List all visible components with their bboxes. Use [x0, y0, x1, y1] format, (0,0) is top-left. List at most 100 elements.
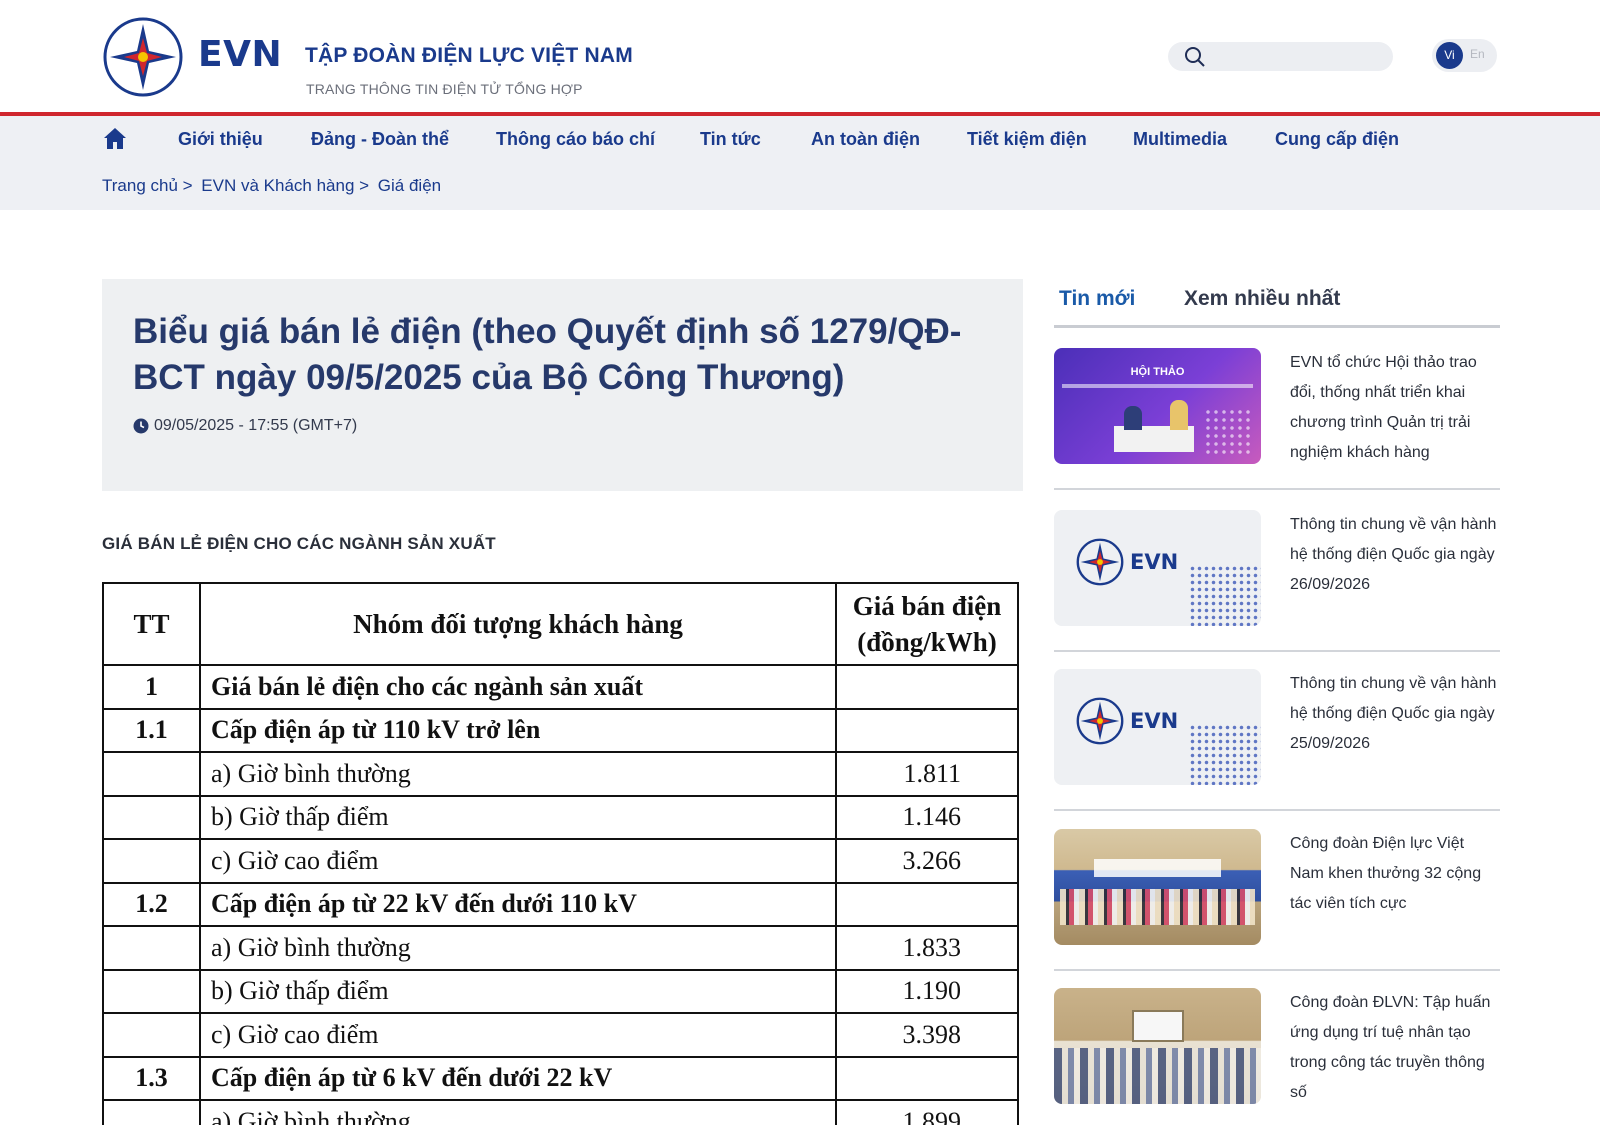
table-cell-group: Cấp điện áp từ 22 kV đến dưới 110 kV [199, 881, 837, 927]
table-cell-price [835, 707, 1019, 753]
news-title[interactable]: EVN tổ chức Hội thảo trao đổi, thống nhấ… [1290, 348, 1500, 468]
nav-item-an-toan-dien[interactable]: An toàn điện [811, 129, 920, 150]
site-header: EVN TẬP ĐOÀN ĐIỆN LỰC VIỆT NAM TRANG THÔ… [0, 0, 1600, 112]
table-cell-group: b) Giờ thấp điểm [199, 794, 837, 840]
table-cell-tt [102, 838, 201, 884]
news-item[interactable]: Công đoàn Điện lực Việt Nam khen thưởng … [1054, 829, 1500, 987]
table-cell-tt [102, 794, 201, 840]
news-title[interactable]: Công đoàn ĐLVN: Tập huấn ứng dụng trí tu… [1290, 988, 1500, 1108]
table-row: a) Giờ bình thường 1.899 [102, 1099, 1019, 1125]
news-thumbnail-caption: HỘI THẢO [1130, 366, 1185, 378]
news-item[interactable]: EVN Thông tin chung về vận hành hệ thống… [1054, 669, 1500, 827]
search-icon[interactable] [1184, 46, 1206, 68]
table-row: a) Giờ bình thường 1.833 [102, 925, 1019, 971]
table-cell-tt: 1.3 [102, 1055, 201, 1101]
news-thumbnail-evn[interactable]: EVN [1054, 669, 1261, 785]
breadcrumb: Trang chủ > EVN và Khách hàng > Giá điện [0, 162, 1600, 210]
news-thumbnail-training-hall[interactable] [1054, 988, 1261, 1104]
table-cell-group: Cấp điện áp từ 110 kV trở lên [199, 707, 837, 753]
table-header-group: Nhóm đối tượng khách hàng [199, 582, 837, 666]
table-header-tt: TT [102, 582, 201, 666]
news-divider [1054, 809, 1500, 811]
table-cell-price [835, 664, 1019, 710]
table-cell-price [835, 1055, 1019, 1101]
nav-item-thong-cao-bao-chi[interactable]: Thông cáo báo chí [496, 129, 655, 150]
table-row: c) Giờ cao điểm 3.266 [102, 838, 1019, 884]
table-cell-price: 3.398 [835, 1012, 1019, 1058]
table-cell-tt: 1 [102, 664, 201, 710]
section-heading: GIÁ BÁN LẺ ĐIỆN CHO CÁC NGÀNH SẢN XUẤT [102, 534, 496, 553]
language-switch: Vi En [1432, 39, 1497, 72]
table-header-price: Giá bán điện (đồng/kWh) [835, 582, 1019, 666]
table-cell-group: a) Giờ bình thường [199, 925, 837, 971]
table-cell-group: b) Giờ thấp điểm [199, 968, 837, 1014]
news-thumbnail-group-photo[interactable] [1054, 829, 1261, 945]
article-date: 09/05/2025 - 17:55 (GMT+7) [133, 417, 357, 435]
search-input[interactable] [1168, 42, 1393, 71]
news-divider [1054, 650, 1500, 652]
nav-item-tiet-kiem-dien[interactable]: Tiết kiệm điện [967, 129, 1087, 150]
breadcrumb-evn-khach-hang[interactable]: EVN và Khách hàng > [201, 176, 369, 195]
table-cell-tt: 1.1 [102, 707, 201, 753]
news-thumbnail-evn[interactable]: EVN [1054, 510, 1261, 626]
news-thumbnail-workshop[interactable]: HỘI THẢO [1054, 348, 1261, 464]
news-thumbnail-logo-text: EVN [1130, 550, 1179, 574]
table-cell-group: c) Giờ cao điểm [199, 838, 837, 884]
table-cell-tt [102, 925, 201, 971]
page-title: Biểu giá bán lẻ điện (theo Quyết định số… [133, 312, 962, 397]
site-subtitle: TRANG THÔNG TIN ĐIỆN TỬ TỔNG HỢP [306, 81, 583, 97]
lang-en-button[interactable]: En [1470, 47, 1485, 61]
breadcrumb-home[interactable]: Trang chủ > [102, 176, 193, 195]
home-icon[interactable] [103, 126, 127, 150]
tab-xem-nhieu-nhat[interactable]: Xem nhiều nhất [1184, 287, 1340, 311]
tab-tin-moi[interactable]: Tin mới [1059, 287, 1135, 311]
table-cell-tt [102, 1012, 201, 1058]
corporation-name: TẬP ĐOÀN ĐIỆN LỰC VIỆT NAM [305, 44, 633, 67]
table-row: 1.2 Cấp điện áp từ 22 kV đến dưới 110 kV [102, 881, 1019, 927]
article-header: Biểu giá bán lẻ điện (theo Quyết định số… [102, 279, 1023, 491]
evn-logo-icon [1076, 538, 1124, 586]
table-row: c) Giờ cao điểm 3.398 [102, 1012, 1019, 1058]
table-cell-group: a) Giờ bình thường [199, 751, 837, 797]
news-thumbnail-logo-text: EVN [1130, 709, 1179, 733]
table-header-row: TT Nhóm đối tượng khách hàng Giá bán điệ… [102, 582, 1019, 666]
table-cell-group: a) Giờ bình thường [199, 1099, 837, 1125]
nav-item-multimedia[interactable]: Multimedia [1133, 129, 1227, 150]
table-row: a) Giờ bình thường 1.811 [102, 751, 1019, 797]
news-item[interactable]: HỘI THẢO EVN tổ chức Hội thảo trao đổi, … [1054, 348, 1500, 506]
news-title[interactable]: Công đoàn Điện lực Việt Nam khen thưởng … [1290, 829, 1500, 919]
price-table: TT Nhóm đối tượng khách hàng Giá bán điệ… [102, 582, 1019, 1125]
news-title[interactable]: Thông tin chung về vận hành hệ thống điệ… [1290, 510, 1500, 600]
news-title[interactable]: Thông tin chung về vận hành hệ thống điệ… [1290, 669, 1500, 759]
table-row: 1.1 Cấp điện áp từ 110 kV trở lên [102, 707, 1019, 753]
table-cell-price: 1.146 [835, 794, 1019, 840]
price-table-image: TT Nhóm đối tượng khách hàng Giá bán điệ… [102, 582, 1023, 1125]
tab-divider [1054, 325, 1500, 328]
news-item[interactable]: Công đoàn ĐLVN: Tập huấn ứng dụng trí tu… [1054, 988, 1500, 1125]
news-item[interactable]: EVN Thông tin chung về vận hành hệ thống… [1054, 510, 1500, 668]
nav-item-gioi-thieu[interactable]: Giới thiệu [178, 129, 263, 150]
news-divider [1054, 969, 1500, 971]
table-cell-price [835, 881, 1019, 927]
table-cell-tt [102, 751, 201, 797]
table-cell-group: Cấp điện áp từ 6 kV đến dưới 22 kV [199, 1055, 837, 1101]
lang-vi-button[interactable]: Vi [1436, 42, 1463, 69]
table-cell-tt [102, 968, 201, 1014]
article-date-text: 09/05/2025 - 17:55 (GMT+7) [154, 417, 358, 434]
main-nav: Giới thiệu Đảng - Đoàn thể Thông cáo báo… [0, 116, 1600, 162]
table-cell-group: Giá bán lẻ điện cho các ngành sản xuất [199, 664, 837, 710]
table-cell-tt [102, 1099, 201, 1125]
logo-wordmark[interactable]: EVN [198, 34, 282, 75]
table-row: b) Giờ thấp điểm 1.190 [102, 968, 1019, 1014]
evn-logo-icon [1076, 697, 1124, 745]
table-row: b) Giờ thấp điểm 1.146 [102, 794, 1019, 840]
table-cell-tt: 1.2 [102, 881, 201, 927]
table-cell-price: 1.899 [835, 1099, 1019, 1125]
clock-icon [133, 418, 149, 434]
nav-item-cung-cap-dien[interactable]: Cung cấp điện [1275, 129, 1399, 150]
nav-item-dang-doan-the[interactable]: Đảng - Đoàn thể [311, 129, 449, 150]
evn-logo-icon[interactable] [102, 16, 184, 98]
breadcrumb-gia-dien[interactable]: Giá điện [378, 176, 441, 195]
nav-item-tin-tuc[interactable]: Tin tức [700, 129, 761, 150]
table-cell-price: 3.266 [835, 838, 1019, 884]
